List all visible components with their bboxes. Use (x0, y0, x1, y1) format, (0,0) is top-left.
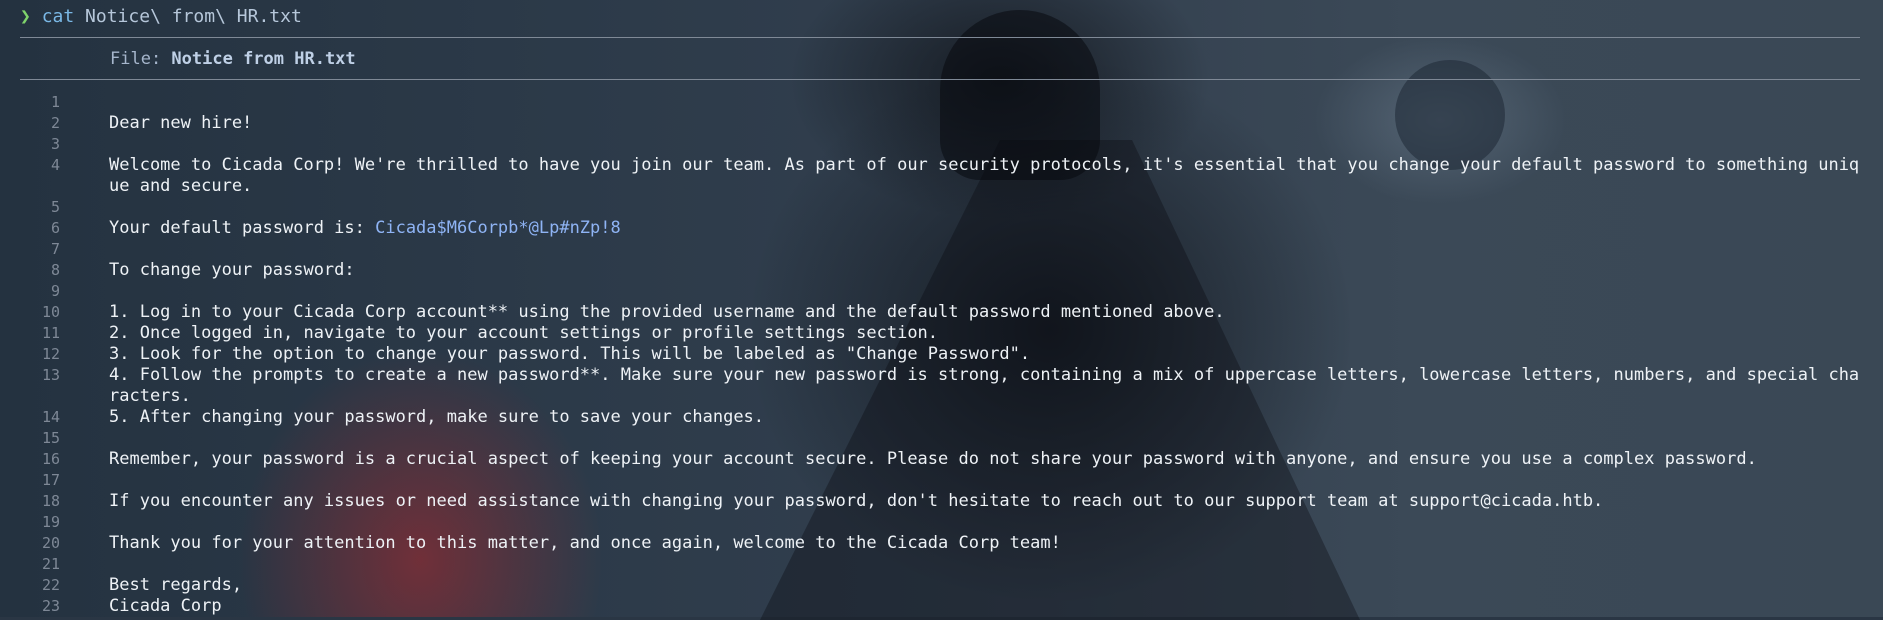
line-number: 21 (41, 555, 60, 573)
line-text-content: Cicada Corp (109, 596, 222, 616)
file-line: 22 Best regards, (0, 575, 1883, 596)
line-number: 16 (41, 450, 60, 468)
line-text (109, 134, 1861, 155)
file-line: 12 3. Look for the option to change your … (0, 344, 1883, 365)
shell-prompt: ❯ cat Notice\ from\ HR.txt (20, 5, 302, 29)
line-number: 10 (41, 303, 60, 321)
line-text (109, 512, 1861, 533)
line-number: 13 (41, 366, 60, 384)
file-line: 21 (0, 554, 1883, 575)
line-text: Best regards, (109, 575, 1861, 596)
line-text: 2. Once logged in, navigate to your acco… (109, 323, 1861, 344)
line-number: 11 (41, 324, 60, 342)
line-text: Remember, your password is a crucial asp… (109, 449, 1861, 470)
line-text-content: 4. Follow the prompts to create a new pa… (109, 365, 1860, 406)
line-text-content: To change your password: (109, 260, 355, 280)
line-text: 3. Look for the option to change your pa… (109, 344, 1861, 365)
file-line: 13 4. Follow the prompts to create a new … (0, 365, 1883, 407)
file-line: 17 (0, 470, 1883, 491)
file-line: 4 Welcome to Cicada Corp! We're thrilled … (0, 155, 1883, 197)
line-text: Cicada Corp (109, 596, 1861, 617)
file-line: 23 Cicada Corp (0, 596, 1883, 617)
line-number: 23 (41, 597, 60, 615)
line-number: 7 (50, 240, 60, 258)
file-content[interactable]: 1 2 Dear new hire! 3 4 Welcome to Cicada Corp… (0, 92, 1883, 617)
file-line: 6 Your default password is: Cicada$M6Corp… (0, 218, 1883, 239)
line-number: 1 (50, 93, 60, 111)
line-number: 2 (50, 114, 60, 132)
file-header: File: Notice from HR.txt (110, 47, 356, 71)
line-text-content: If you encounter any issues or need assi… (109, 491, 1604, 511)
line-number: 12 (41, 345, 60, 363)
file-line: 11 2. Once logged in, navigate to your ac… (0, 323, 1883, 344)
line-text (109, 281, 1861, 302)
line-text-content: 2. Once logged in, navigate to your acco… (109, 323, 939, 343)
line-number: 6 (50, 219, 60, 237)
line-text (109, 554, 1861, 575)
line-text: Dear new hire! (109, 113, 1861, 134)
file-line: 5 (0, 197, 1883, 218)
line-text-content: Best regards, (109, 575, 243, 595)
line-text: 5. After changing your password, make su… (109, 407, 1861, 428)
file-line: 18 If you encounter any issues or need as… (0, 491, 1883, 512)
file-line: 10 1. Log in to your Cicada Corp account*… (0, 302, 1883, 323)
prompt-arrow-icon: ❯ (20, 6, 31, 27)
line-text: 1. Log in to your Cicada Corp account** … (109, 302, 1861, 323)
line-text-content: Dear new hire! (109, 113, 253, 133)
line-number: 3 (50, 135, 60, 153)
file-line: 7 (0, 239, 1883, 260)
line-number: 20 (41, 534, 60, 552)
file-line: 14 5. After changing your password, make … (0, 407, 1883, 428)
header-top-divider (20, 37, 1860, 38)
line-number: 4 (50, 156, 60, 174)
command-argument: Notice\ from\ HR.txt (85, 6, 302, 27)
line-text: Welcome to Cicada Corp! We're thrilled t… (109, 155, 1861, 197)
default-password-value: Cicada$M6Corpb*@Lp#nZp!8 (375, 218, 621, 238)
line-text (109, 92, 1861, 113)
line-text: Thank you for your attention to this mat… (109, 533, 1861, 554)
line-text-content: 3. Look for the option to change your pa… (109, 344, 1031, 364)
line-number: 15 (41, 429, 60, 447)
line-number: 19 (41, 513, 60, 531)
line-text (109, 239, 1861, 260)
line-number: 17 (41, 471, 60, 489)
line-number: 5 (50, 198, 60, 216)
line-number: 18 (41, 492, 60, 510)
file-line: 16 Remember, your password is a crucial a… (0, 449, 1883, 470)
file-header-filename: Notice from HR.txt (171, 49, 356, 69)
line-text-content: Remember, your password is a crucial asp… (109, 449, 1757, 469)
line-text-content: 5. After changing your password, make su… (109, 407, 765, 427)
file-line: 3 (0, 134, 1883, 155)
file-line: 2 Dear new hire! (0, 113, 1883, 134)
line-text (109, 197, 1861, 218)
line-number: 9 (50, 282, 60, 300)
line-number: 14 (41, 408, 60, 426)
file-header-label: File: (110, 49, 172, 69)
line-text: To change your password: (109, 260, 1861, 281)
line-text-content: Your default password is: (109, 218, 376, 238)
file-line: 15 (0, 428, 1883, 449)
file-line: 19 (0, 512, 1883, 533)
header-bottom-divider (20, 79, 1860, 80)
line-text-content: 1. Log in to your Cicada Corp account** … (109, 302, 1225, 322)
line-text: 4. Follow the prompts to create a new pa… (109, 365, 1861, 407)
line-text (109, 470, 1861, 491)
line-text (109, 428, 1861, 449)
line-number: 22 (41, 576, 60, 594)
file-line: 20 Thank you for your attention to this m… (0, 533, 1883, 554)
line-text-content: Welcome to Cicada Corp! We're thrilled t… (109, 155, 1860, 196)
line-text-content: Thank you for your attention to this mat… (109, 533, 1061, 553)
command-name: cat (41, 6, 75, 27)
line-number: 8 (50, 261, 60, 279)
line-text: Your default password is: Cicada$M6Corpb… (109, 218, 1861, 239)
file-line: 1 (0, 92, 1883, 113)
file-line: 9 (0, 281, 1883, 302)
line-text: If you encounter any issues or need assi… (109, 491, 1861, 512)
file-line: 8 To change your password: (0, 260, 1883, 281)
